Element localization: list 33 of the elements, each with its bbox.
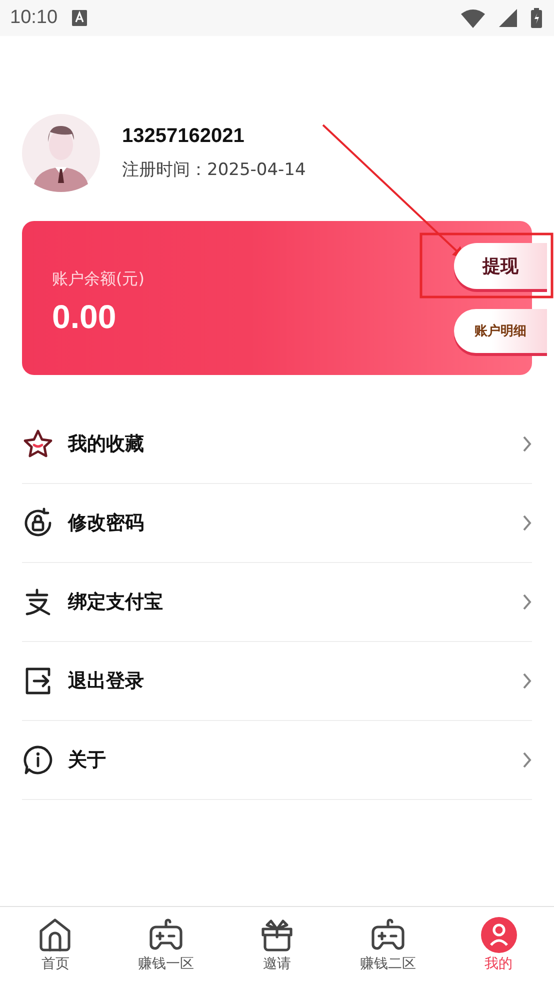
gift-icon — [258, 917, 295, 953]
wifi-icon — [461, 8, 485, 28]
balance-label: 账户余额(元) — [52, 268, 146, 290]
avatar-icon — [22, 114, 100, 192]
home-icon — [37, 917, 74, 953]
registration-date: 注册时间：2025-04-14 — [122, 159, 306, 181]
info-icon — [22, 744, 54, 776]
phone-number: 13257162021 — [122, 125, 246, 148]
chevron-right-icon — [522, 435, 532, 453]
chevron-right-icon — [522, 593, 532, 611]
chevron-right-icon — [522, 751, 532, 769]
menu-item[interactable]: 关于 — [22, 721, 532, 800]
keyboard-icon — [72, 10, 87, 26]
tab-item[interactable]: 邀请 — [222, 907, 332, 984]
tab-item[interactable]: 我的 — [443, 907, 554, 984]
menu-item[interactable]: 绑定支付宝 — [22, 563, 532, 642]
tab-item[interactable]: 赚钱一区 — [110, 907, 222, 984]
tab-item[interactable]: 首页 — [0, 907, 111, 984]
battery-icon — [531, 8, 542, 28]
status-time: 10:10 — [10, 7, 58, 29]
lock-refresh-icon — [22, 507, 54, 539]
withdraw-button[interactable]: 提现 — [454, 243, 547, 289]
chevron-right-icon — [522, 514, 532, 532]
balance-amount: 0.00 — [52, 298, 118, 336]
star-icon — [22, 428, 54, 460]
menu-item[interactable]: 我的收藏 — [22, 405, 532, 484]
account-details-button[interactable]: 账户明细 — [454, 309, 547, 353]
signal-icon — [499, 9, 517, 27]
menu-item[interactable]: 退出登录 — [22, 642, 532, 721]
tab-item[interactable]: 赚钱二区 — [332, 907, 444, 984]
menu-item[interactable]: 修改密码 — [22, 484, 532, 563]
profile-icon — [480, 917, 517, 953]
chevron-right-icon — [522, 672, 532, 690]
